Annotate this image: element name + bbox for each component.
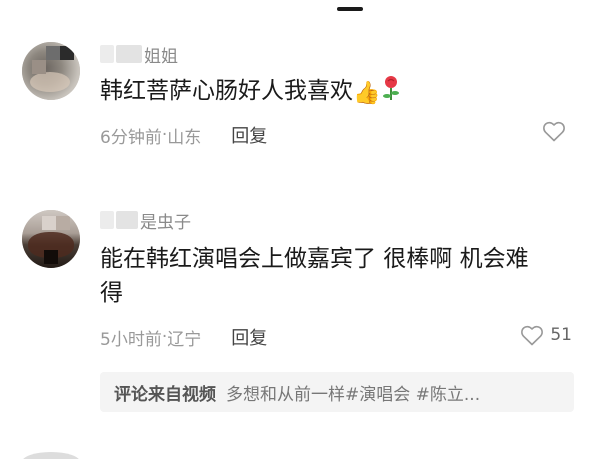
video-source-bar[interactable]: 评论来自视频 多想和从前一样#演唱会 #陈立... — [100, 372, 574, 412]
comment-text: 能在韩红演唱会上做嘉宾了 很棒啊 机会难 得 — [100, 246, 529, 306]
avatar[interactable] — [22, 42, 80, 100]
like-button[interactable] — [542, 120, 572, 142]
next-avatar[interactable] — [22, 452, 80, 459]
comment-item: 姐姐 韩红菩萨心肠好人我喜欢👍 6分钟前 · 山东 回复 — [0, 40, 600, 160]
username-row[interactable]: 姐姐 — [100, 42, 178, 67]
avatar[interactable] — [22, 210, 80, 268]
username[interactable]: 姐姐 — [144, 42, 178, 67]
location: 山东 — [167, 127, 202, 148]
source-label: 评论来自视频 — [114, 384, 216, 405]
timestamp: 5小时前 — [100, 329, 162, 350]
username-row[interactable]: 是虫子 — [100, 208, 191, 233]
drag-handle[interactable] — [337, 7, 363, 11]
like-count: 51 — [550, 325, 572, 345]
reply-button[interactable]: 回复 — [231, 324, 267, 350]
reply-button[interactable]: 回复 — [231, 122, 267, 148]
comment-list-page: 姐姐 韩红菩萨心肠好人我喜欢👍 6分钟前 · 山东 回复 是虫子 能在韩红演唱会… — [0, 0, 600, 459]
comment-text: 韩红菩萨心肠好人我喜欢👍 — [100, 74, 400, 111]
source-video-title[interactable]: 多想和从前一样#演唱会 #陈立... — [226, 380, 480, 405]
like-button[interactable]: 51 — [520, 324, 572, 346]
username[interactable]: 是虫子 — [140, 208, 191, 233]
timestamp: 6分钟前 — [100, 127, 162, 148]
comment-meta: 6分钟前 · 山东 回复 — [100, 122, 267, 148]
heart-icon — [543, 121, 565, 142]
rose-icon — [382, 75, 400, 111]
comment-item: 是虫子 能在韩红演唱会上做嘉宾了 很棒啊 机会难 得 5小时前 · 辽宁 回复 … — [0, 202, 600, 362]
thumbs-up-icon: 👍 — [353, 81, 381, 106]
comment-meta: 5小时前 · 辽宁 回复 — [100, 324, 267, 350]
location: 辽宁 — [167, 329, 202, 350]
heart-icon — [521, 325, 544, 346]
